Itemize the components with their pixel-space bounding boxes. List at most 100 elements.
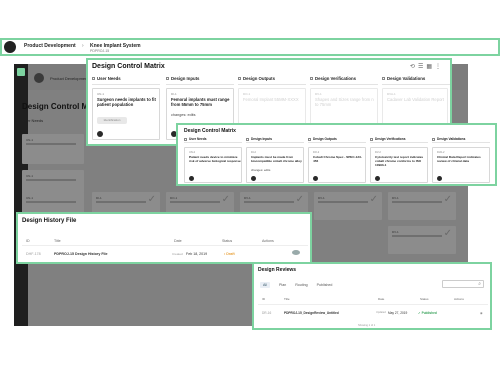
card-id: UN-2 (189, 151, 196, 154)
background-card: DV-1✓ (388, 192, 456, 220)
panel-title: Design Control Matrix (92, 63, 165, 70)
background-user-needs: User Needs (22, 118, 44, 123)
card-id: DO-2 (313, 151, 320, 154)
design-history-file-panel: Design History File ID Title Date Status… (16, 212, 312, 264)
matrix-card[interactable]: UN-1 Surgeon needs implants to fit patie… (92, 88, 160, 140)
avatar (97, 131, 103, 137)
column-header-actions[interactable]: Actions (454, 297, 464, 301)
row-date-prefix: Created (172, 252, 183, 256)
card-text: Femoral implants must range from 55mm to… (171, 97, 230, 107)
design-control-matrix-detail-panel: Design Control Matrix User Needs Design … (176, 123, 497, 186)
divider (258, 304, 488, 305)
card-badge[interactable]: Identification (97, 117, 127, 124)
card-text: Shapes and Sizes range from n to 75mm (315, 97, 374, 107)
row-id: DR-16 (262, 311, 272, 315)
panel-toolbar-icons[interactable]: ⟲☰▦⋮ (410, 63, 444, 70)
column-header-user-needs[interactable]: User Needs (92, 76, 160, 85)
row-date-prefix: Updated (376, 311, 386, 314)
card-text: Cadaver Lab Validation Report (387, 97, 444, 102)
card-text: Femoral Implant 55MM-XXXX (243, 97, 299, 102)
matrix-card[interactable]: DV-2 Cytotoxicity test report indicates … (370, 147, 428, 183)
breadcrumb: Product Development › Knee Implant Syste… (0, 38, 500, 56)
card-text: Implants must be made from biocompatible… (251, 155, 302, 163)
status-badge: ✓ Published (418, 311, 437, 315)
column-header-actions[interactable]: Actions (262, 239, 274, 243)
brand-icon (17, 68, 25, 76)
search-icon: ⌕ (478, 281, 481, 287)
column-header-status[interactable]: Status (222, 239, 232, 243)
tab-routing[interactable]: Routing (295, 283, 307, 287)
tab-published[interactable]: Published (317, 283, 333, 287)
column-header-user-needs[interactable]: User Needs (184, 137, 242, 143)
more-icon[interactable]: ⋮ (435, 64, 444, 70)
row-date: May 27, 2019 (388, 311, 408, 315)
avatar (375, 176, 380, 181)
avatar (189, 176, 194, 181)
column-header-design-outputs[interactable]: Design Outputs (238, 76, 306, 85)
background-card: UN-1 (22, 134, 84, 164)
eye-icon[interactable]: ◉ (480, 311, 483, 315)
panel-title: Design Control Matrix (184, 128, 236, 134)
card-note: changes: edits (251, 168, 271, 172)
app-logo-icon[interactable] (4, 41, 16, 53)
card-id: DO-1 (243, 92, 251, 96)
background-card: DV-1✓ (314, 192, 382, 220)
matrix-card[interactable]: DVA-2 Clinical Data Report indicates rev… (432, 147, 490, 183)
card-text: Patient needs device to minimize risk of… (189, 155, 241, 163)
matrix-card[interactable]: DI-2 Implants must be made from biocompa… (246, 147, 304, 183)
matrix-card[interactable]: UN-2 Patient needs device to minimize ri… (184, 147, 242, 183)
card-id: DVA-2 (437, 151, 445, 154)
card-text: Surgeon needs implants to fit patient po… (97, 97, 156, 107)
search-input[interactable]: ⌕ (442, 280, 484, 288)
matrix-card[interactable]: DO-2 Cobalt Chrome Spec - SPEC-123-456 (308, 147, 366, 183)
column-header-design-inputs[interactable]: Design Inputs (246, 137, 304, 143)
card-id: DI-1 (171, 92, 177, 96)
card-note: changes: edits (171, 113, 196, 117)
column-header-status[interactable]: Status (420, 297, 429, 301)
breadcrumb-item-product-development[interactable]: Product Development (24, 43, 76, 49)
card-id: DI-2 (251, 151, 256, 154)
background-topbar-text: Product Development (50, 76, 89, 81)
eye-icon[interactable] (292, 250, 300, 255)
pagination-text: Showing 1 of 1 (358, 324, 376, 327)
card-id: DV-1 (315, 92, 322, 96)
column-header-id[interactable]: ID (26, 239, 30, 243)
design-reviews-panel: Design Reviews All Plan Routing Publishe… (252, 262, 492, 330)
grid-icon[interactable]: ▦ (426, 64, 435, 70)
tab-all[interactable]: All (260, 282, 270, 288)
card-text: Cobalt Chrome Spec - SPEC-123-456 (313, 155, 362, 163)
column-header-title[interactable]: Title (284, 297, 290, 301)
avatar (437, 176, 442, 181)
column-header-id[interactable]: ID (262, 297, 265, 301)
panel-title: Design Reviews (258, 267, 297, 273)
history-icon[interactable]: ⟲ (410, 64, 418, 70)
card-id: DV-2 (375, 151, 381, 154)
column-header-title[interactable]: Title (54, 239, 61, 243)
column-header-design-inputs[interactable]: Design Inputs (166, 76, 234, 85)
panel-title: Design History File (22, 218, 77, 224)
breadcrumb-subtitle: PDPROJ-15 (90, 49, 110, 53)
row-title[interactable]: PDPROJ-15 Design History File (54, 252, 108, 256)
review-tabs: All Plan Routing Published (260, 282, 340, 288)
chevron-right-icon: › (82, 43, 84, 49)
column-header-design-verifications[interactable]: Design Verifications (310, 76, 378, 85)
avatar (313, 176, 318, 181)
avatar (34, 73, 44, 83)
background-card: DV-1✓ (388, 226, 456, 254)
column-header-design-verifications[interactable]: Design Verifications (370, 137, 428, 143)
card-id: UN-1 (97, 92, 105, 96)
avatar (251, 176, 256, 181)
tab-plan[interactable]: Plan (279, 283, 286, 287)
card-id: DVA-1 (387, 92, 396, 96)
card-text: Cytotoxicity test report indicates cobal… (375, 155, 424, 167)
divider (22, 245, 308, 246)
status-badge: • Draft (224, 252, 235, 256)
row-title[interactable]: PDPROJ-15_DesignReview_Untitled (284, 311, 339, 315)
column-header-date[interactable]: Date (174, 239, 182, 243)
card-text: Clinical Data Report indicates review of… (437, 155, 481, 163)
column-header-design-validations[interactable]: Design Validations (432, 137, 490, 143)
row-date: Feb 18, 2019 (186, 252, 208, 256)
column-header-design-outputs[interactable]: Design Outputs (308, 137, 366, 143)
column-header-date[interactable]: Date (378, 297, 384, 301)
column-header-design-validations[interactable]: Design Validations (382, 76, 450, 85)
